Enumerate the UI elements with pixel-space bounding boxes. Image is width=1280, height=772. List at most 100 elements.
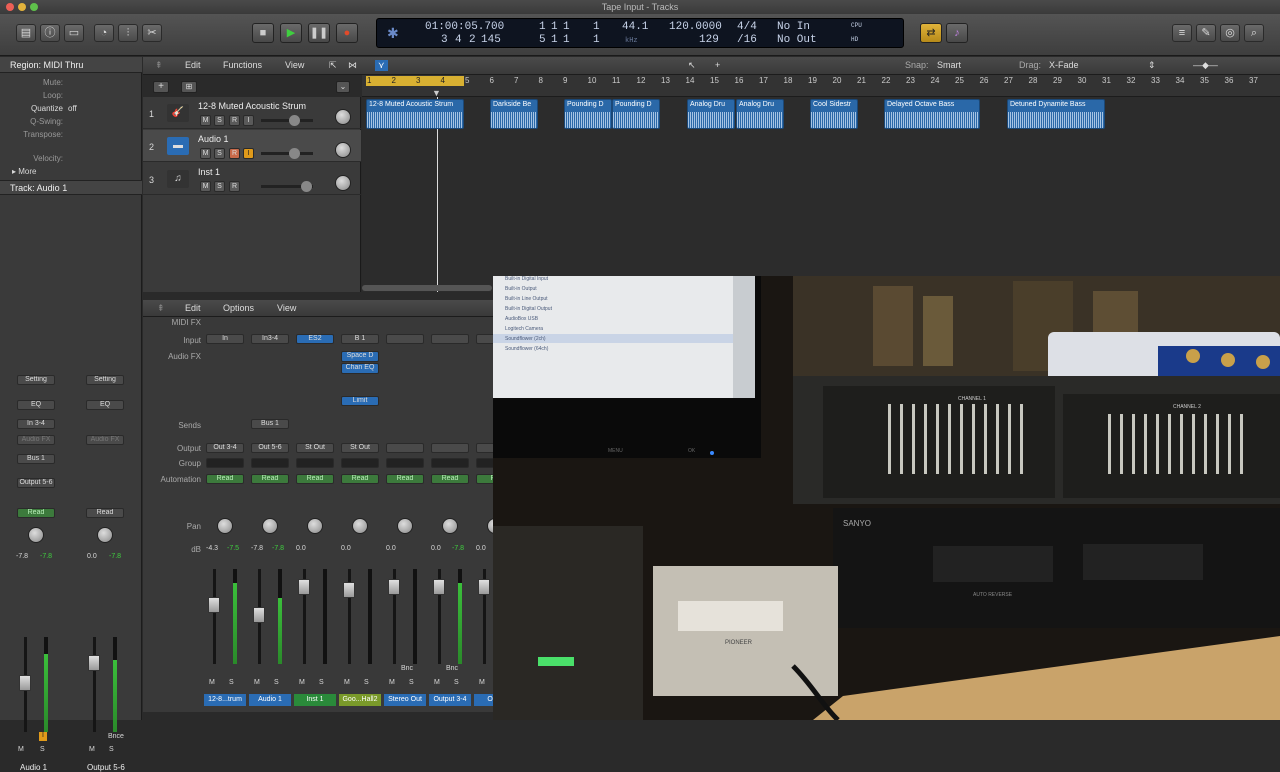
mixer-icon[interactable]: ⫶ xyxy=(118,24,138,42)
zoom-vertical-icon[interactable]: ⇕ xyxy=(1148,60,1156,71)
snap-dropdown[interactable]: Smart xyxy=(937,60,961,70)
track-name[interactable]: 12-8 Muted Acoustic Strum xyxy=(198,101,306,111)
mixer-edit-menu[interactable]: Edit xyxy=(185,303,201,313)
audio-fx-slot-3[interactable]: Limit xyxy=(341,396,379,406)
volume-slider[interactable] xyxy=(289,148,300,159)
zoom-window-button[interactable] xyxy=(30,3,38,11)
volume-fader[interactable] xyxy=(478,579,490,595)
output-slot[interactable]: St Out xyxy=(296,443,334,453)
strip-name[interactable]: Output 3-4 xyxy=(429,694,471,706)
mute-button[interactable]: M xyxy=(299,679,305,686)
setting-button[interactable]: Setting xyxy=(17,375,55,385)
volume-fader[interactable] xyxy=(433,579,445,595)
group-slot[interactable] xyxy=(386,458,424,468)
pan-knob[interactable] xyxy=(397,518,413,534)
notepad-icon[interactable]: ✎ xyxy=(1196,24,1216,42)
audio-fx-slot-1[interactable]: Space D xyxy=(341,351,379,362)
browser-icon[interactable]: ⌕ xyxy=(1244,24,1264,42)
audio-region[interactable]: Pounding D xyxy=(612,99,660,129)
view-menu[interactable]: View xyxy=(285,60,304,70)
solo-button[interactable]: S xyxy=(214,115,225,126)
eq-button[interactable]: EQ xyxy=(17,400,55,410)
audio-region[interactable]: Analog Dru xyxy=(687,99,735,129)
pan-knob[interactable] xyxy=(217,518,233,534)
library-icon[interactable]: ▤ xyxy=(16,24,36,42)
group-slot[interactable] xyxy=(296,458,334,468)
pan-knob[interactable] xyxy=(352,518,368,534)
audio-region[interactable]: Detuned Dynamite Bass xyxy=(1007,99,1105,129)
eq-button[interactable]: EQ xyxy=(86,400,124,410)
bounce-button[interactable]: Bnce xyxy=(108,733,124,740)
editors-icon[interactable]: ✂ xyxy=(142,24,162,42)
record-button[interactable]: ● xyxy=(336,23,358,43)
solo-button[interactable]: S xyxy=(109,746,114,753)
cycle-region[interactable] xyxy=(366,76,464,86)
volume-slider[interactable] xyxy=(289,115,300,126)
add-track-button[interactable]: + xyxy=(153,81,169,93)
mute-button[interactable]: M xyxy=(89,746,95,753)
group-slot[interactable] xyxy=(251,458,289,468)
volume-fader[interactable] xyxy=(208,597,220,613)
pause-button[interactable]: ❚❚ xyxy=(308,23,330,43)
mixer-view-menu[interactable]: View xyxy=(277,303,296,313)
send-slot[interactable]: Bus 1 xyxy=(17,454,55,464)
region-header[interactable]: Region: MIDI Thru xyxy=(0,57,142,73)
volume-slider[interactable] xyxy=(301,181,312,192)
input-slot[interactable]: In3-4 xyxy=(251,334,289,344)
lcd-display[interactable]: ✱ 01:00:05.700 1 1 1 1 3 4 2 145 5 1 1 1… xyxy=(376,18,904,48)
input-slot[interactable]: In 3-4 xyxy=(17,419,55,429)
automation-button[interactable]: Read xyxy=(17,508,55,518)
bounce-button[interactable]: Bnc xyxy=(401,665,413,672)
strip-name[interactable]: Stereo Out xyxy=(384,694,426,706)
pan-knob[interactable] xyxy=(307,518,323,534)
strip-name[interactable]: 12-8...trum xyxy=(204,694,246,706)
mute-button[interactable]: M xyxy=(200,148,211,159)
solo-button[interactable]: S xyxy=(229,679,234,686)
solo-button[interactable]: S xyxy=(364,679,369,686)
group-slot[interactable] xyxy=(341,458,379,468)
automation-button[interactable]: Read xyxy=(341,474,379,484)
audio-region[interactable]: Pounding D xyxy=(564,99,612,129)
bar-ruler[interactable]: 1 2 3 4 5 6 7 8 9 10 11 12 13 14 15 16 17 18 19 20 21 22 23 24 2… xyxy=(362,75,1280,97)
setting-button[interactable]: Setting xyxy=(86,375,124,385)
input-monitor-button[interactable]: I xyxy=(243,115,254,126)
global-tracks-button[interactable]: ⌄ xyxy=(336,81,350,93)
automation-button[interactable]: Read xyxy=(251,474,289,484)
zoom-horizontal-slider[interactable]: —◆— xyxy=(1193,60,1218,71)
pan-knob[interactable] xyxy=(262,518,278,534)
solo-button[interactable]: S xyxy=(454,679,459,686)
toolbar-icon[interactable]: ▭ xyxy=(64,24,84,42)
smart-controls-icon[interactable]: ◔ xyxy=(94,24,114,42)
loop-browser-icon[interactable]: ◎ xyxy=(1220,24,1240,42)
automation-button[interactable]: Read xyxy=(86,508,124,518)
output-slot[interactable]: Out 3-4 xyxy=(206,443,244,453)
automation-button[interactable]: Read xyxy=(206,474,244,484)
output-slot[interactable]: Output 5-6 xyxy=(17,478,55,488)
output-slot[interactable]: St Out xyxy=(341,443,379,453)
input-monitor-button[interactable]: I xyxy=(243,148,254,159)
settings-gear-icon[interactable]: ✱ xyxy=(387,26,399,43)
record-enable-button[interactable]: R xyxy=(229,181,240,192)
solo-button[interactable]: S xyxy=(409,679,414,686)
automation-button[interactable]: Read xyxy=(431,474,469,484)
solo-button[interactable]: S xyxy=(214,148,225,159)
play-button[interactable]: ▶ xyxy=(280,23,302,43)
metronome-icon[interactable]: ♪ xyxy=(946,23,968,43)
close-window-button[interactable] xyxy=(6,3,14,11)
input-monitor-button[interactable]: I xyxy=(39,732,47,741)
pointer-tool-icon[interactable]: ↖ xyxy=(688,60,696,71)
audio-fx-slot[interactable]: Audio FX xyxy=(17,435,55,445)
inspector-icon[interactable]: ⓘ xyxy=(40,24,60,42)
audio-fx-slot[interactable]: Audio FX xyxy=(86,435,124,445)
mute-button[interactable]: M xyxy=(344,679,350,686)
mute-button[interactable]: M xyxy=(389,679,395,686)
audio-region[interactable]: Darkside Be xyxy=(490,99,538,129)
volume-fader[interactable] xyxy=(253,607,265,623)
audio-region[interactable]: 12-8 Muted Acoustic Strum xyxy=(366,99,464,129)
drag-dropdown[interactable]: X-Fade xyxy=(1049,60,1079,70)
flex-icon[interactable]: ⋈ xyxy=(348,60,357,71)
pan-knob[interactable] xyxy=(335,175,351,191)
solo-button[interactable]: S xyxy=(214,181,225,192)
pan-knob[interactable] xyxy=(97,527,113,543)
automation-icon[interactable]: ⋎ xyxy=(375,60,388,71)
